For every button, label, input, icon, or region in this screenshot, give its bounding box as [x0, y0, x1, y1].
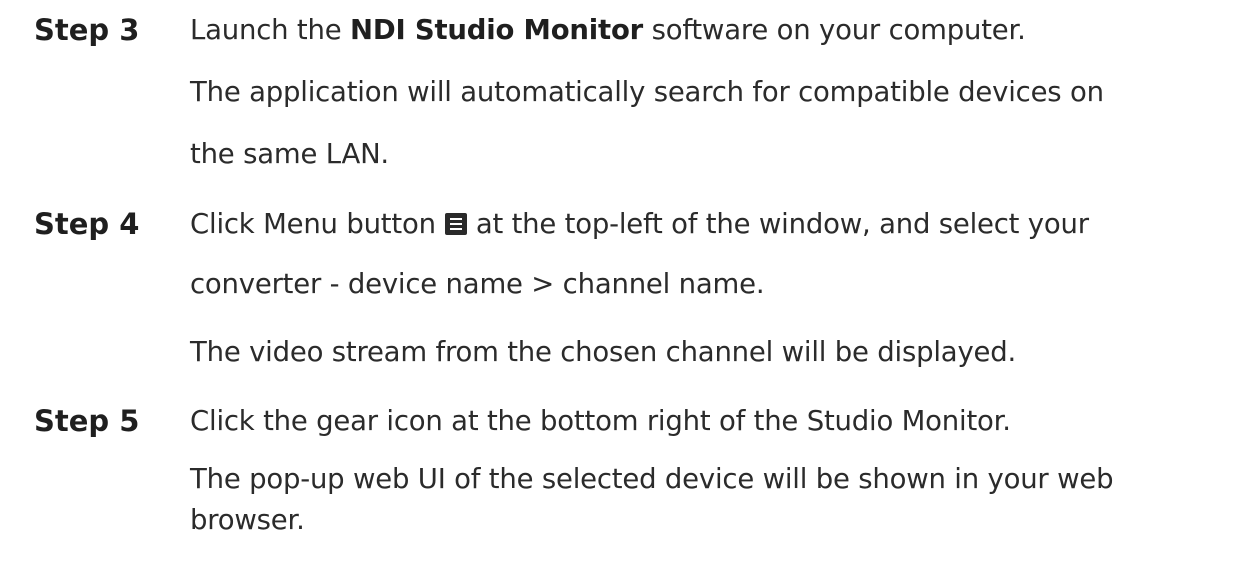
- step-4-instruction-prefix: Click Menu button: [190, 208, 436, 240]
- step-5-label: Step 5: [34, 404, 140, 438]
- step-3-label: Step 3: [34, 13, 140, 47]
- step-5-instruction: Click the gear icon at the bottom right …: [190, 405, 1011, 437]
- step-3-instruction: Launch the NDI Studio Monitor software o…: [190, 12, 1026, 48]
- step-5-result-line-2: browser.: [190, 504, 305, 536]
- step-3-result-line-1: The application will automatically searc…: [190, 76, 1104, 108]
- step-3-result-line-2: the same LAN.: [190, 138, 389, 170]
- step-4-instruction-suffix: at the top-left of the window, and selec…: [475, 208, 1089, 240]
- step-5-result-line-1: The pop-up web UI of the selected device…: [190, 463, 1114, 495]
- step-4-instruction-line-2: converter - device name > channel name.: [190, 268, 765, 300]
- step-4-result: The video stream from the chosen channel…: [190, 336, 1017, 368]
- step-4-instruction: Click Menu button at the top-left of the …: [190, 206, 1089, 242]
- step-3-instruction-prefix: Launch the: [190, 14, 350, 46]
- app-name: NDI Studio Monitor: [350, 14, 644, 46]
- step-4-label: Step 4: [34, 207, 140, 241]
- step-3-instruction-suffix: software on your computer.: [643, 14, 1026, 46]
- menu-icon: [444, 213, 467, 235]
